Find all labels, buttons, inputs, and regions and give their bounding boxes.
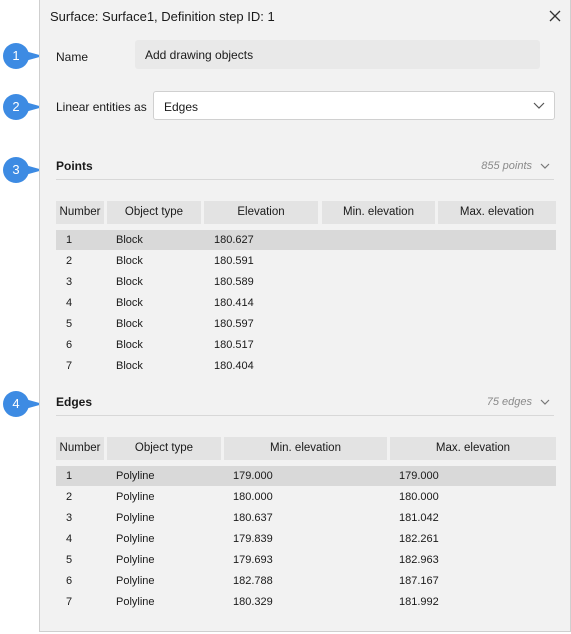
edges-count: 75 edges [486,396,532,408]
table-row[interactable]: 2 Block 180.591 [56,251,556,271]
table-cell: Block [116,255,143,267]
column-header[interactable]: Min. elevation [322,201,435,224]
table-cell: 181.042 [399,512,439,524]
table-row[interactable]: 1 Polyline 179.000 179.000 [56,466,556,486]
table-cell: 179.693 [233,554,273,566]
table-cell: Block [116,276,143,288]
column-header[interactable]: Number [56,201,104,224]
table-cell: 2 [66,255,73,267]
table-cell: Block [116,297,143,309]
table-cell: 180.000 [399,491,439,503]
close-icon [549,10,561,22]
table-cell: 180.597 [214,318,254,330]
chevron-down-icon [533,102,545,109]
column-header[interactable]: Object type [107,201,201,224]
table-cell: Polyline [116,491,155,503]
chevron-down-icon [540,399,550,405]
table-cell: 179.839 [233,533,273,545]
table-cell: Polyline [116,596,155,608]
table-cell: 5 [66,554,73,566]
linear-entities-value: Edges [164,100,199,114]
table-cell: 3 [66,276,73,288]
table-row[interactable]: 7 Polyline 180.329 181.992 [56,592,556,612]
table-cell: 2 [66,491,73,503]
table-row[interactable]: 5 Polyline 179.693 182.963 [56,550,556,570]
table-row[interactable]: 4 Block 180.414 [56,293,556,313]
linear-entities-label: Linear entities as [56,100,147,114]
callout-badge-3: 3 [3,157,29,183]
table-cell: 7 [66,360,73,372]
surface-definition-dialog: Surface: Surface1, Definition step ID: 1… [39,0,571,632]
column-header[interactable]: Number [56,437,104,460]
table-cell: 1 [66,234,73,246]
table-cell: 180.000 [233,491,273,503]
table-cell: Polyline [116,554,155,566]
column-header[interactable]: Max. elevation [390,437,556,460]
table-cell: 180.517 [214,339,254,351]
table-cell: 6 [66,339,73,351]
points-table-header: Number Object type Elevation Min. elevat… [56,201,556,225]
table-cell: Polyline [116,512,155,524]
dialog-title: Surface: Surface1, Definition step ID: 1 [50,9,275,24]
column-header[interactable]: Min. elevation [224,437,387,460]
title-bar: Surface: Surface1, Definition step ID: 1 [40,0,570,30]
name-label: Name [56,50,89,64]
table-cell: Block [116,234,143,246]
table-cell: 180.414 [214,297,254,309]
table-row[interactable]: 7 Block 180.404 [56,356,556,376]
callout-badge-1: 1 [3,43,29,69]
table-cell: 187.167 [399,575,439,587]
table-cell: 4 [66,297,73,309]
edges-table-header: Number Object type Min. elevation Max. e… [56,437,556,461]
table-row[interactable]: 6 Block 180.517 [56,335,556,355]
table-cell: Block [116,339,143,351]
table-cell: 182.261 [399,533,439,545]
table-cell: 6 [66,575,73,587]
name-field[interactable]: Add drawing objects [135,40,540,69]
chevron-down-icon [540,163,550,169]
column-header[interactable]: Elevation [204,201,318,224]
table-row[interactable]: 6 Polyline 182.788 187.167 [56,571,556,591]
points-section-title: Points [56,159,93,173]
table-cell: 182.963 [399,554,439,566]
table-cell: Block [116,360,143,372]
table-cell: 180.627 [214,234,254,246]
table-cell: Polyline [116,533,155,545]
points-count: 855 points [481,160,532,172]
table-cell: 1 [66,470,73,482]
table-cell: 3 [66,512,73,524]
table-row[interactable]: 3 Polyline 180.637 181.042 [56,508,556,528]
table-cell: 180.591 [214,255,254,267]
table-cell: 181.992 [399,596,439,608]
callout-badge-2: 2 [3,94,29,120]
column-header[interactable]: Max. elevation [438,201,556,224]
table-row[interactable]: 2 Polyline 180.000 180.000 [56,487,556,507]
table-cell: Block [116,318,143,330]
table-cell: 180.637 [233,512,273,524]
edges-section-title: Edges [56,395,93,409]
table-cell: 4 [66,533,73,545]
linear-entities-select[interactable]: Edges [153,91,555,120]
table-cell: Polyline [116,575,155,587]
table-cell: 179.000 [399,470,439,482]
section-divider [56,179,554,180]
table-row[interactable]: 5 Block 180.597 [56,314,556,334]
table-cell: 179.000 [233,470,273,482]
edges-count-toggle[interactable]: 75 edges [487,396,550,408]
table-row[interactable]: 3 Block 180.589 [56,272,556,292]
table-cell: 180.329 [233,596,273,608]
callout-badge-4: 4 [3,391,29,417]
points-count-toggle[interactable]: 855 points [481,160,550,172]
table-cell: 180.404 [214,360,254,372]
table-cell: 182.788 [233,575,273,587]
table-cell: 7 [66,596,73,608]
table-cell: 5 [66,318,73,330]
column-header[interactable]: Object type [107,437,221,460]
table-row[interactable]: 4 Polyline 179.839 182.261 [56,529,556,549]
table-row[interactable]: 1 Block 180.627 [56,230,556,250]
table-cell: 180.589 [214,276,254,288]
close-button[interactable] [545,6,565,26]
section-divider [56,415,554,416]
table-cell: Polyline [116,470,155,482]
